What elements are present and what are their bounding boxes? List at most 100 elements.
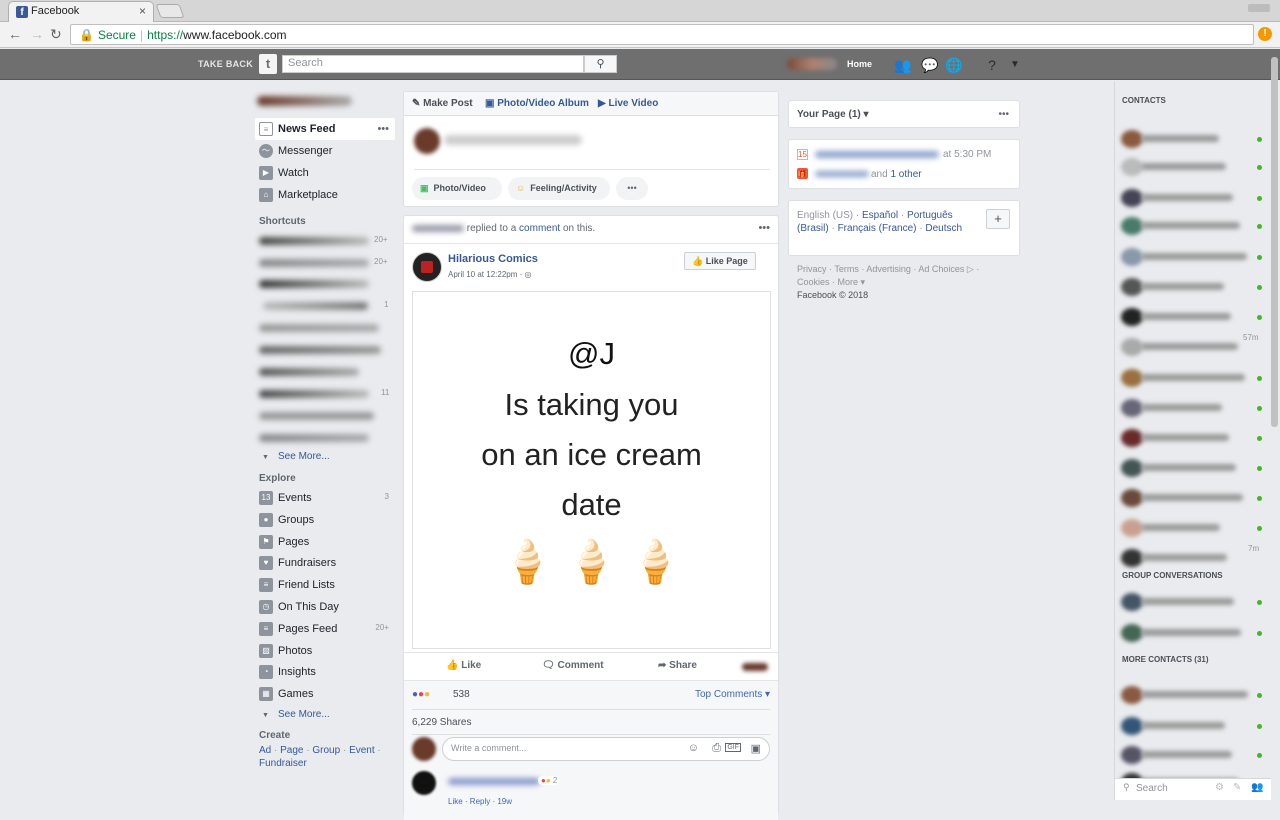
contact-item[interactable]: [1121, 519, 1265, 537]
friend-name[interactable]: [412, 224, 464, 232]
reaction-count[interactable]: 538: [453, 689, 470, 700]
birthday-name[interactable]: [815, 171, 869, 177]
like-button[interactable]: 👍 Like: [446, 660, 481, 671]
like-page-button[interactable]: 👍 Like Page: [684, 252, 756, 270]
page-name-link[interactable]: Hilarious Comics: [448, 253, 538, 265]
profile-name[interactable]: [257, 96, 352, 106]
contact-item[interactable]: [1121, 158, 1265, 176]
group-chat-icon[interactable]: 👥: [1251, 782, 1263, 793]
contact-item[interactable]: [1121, 189, 1265, 207]
gif-icon[interactable]: GIF: [725, 743, 741, 752]
chat-settings-icon[interactable]: ⚙: [1215, 782, 1224, 793]
create-fundraiser-link[interactable]: Fundraiser: [259, 758, 307, 769]
top-comments-dropdown[interactable]: Top Comments ▾: [695, 689, 770, 700]
see-more-explore-link[interactable]: See More...: [278, 709, 330, 720]
profile-avatar[interactable]: [787, 58, 837, 70]
sidebar-item-pages[interactable]: ⚑ Pages: [255, 531, 395, 553]
account-menu-chevron-icon[interactable]: ▼: [1006, 56, 1024, 74]
create-page-link[interactable]: Page: [280, 745, 303, 756]
comment-button[interactable]: 🗨 Comment: [542, 660, 604, 671]
post-date[interactable]: April 10 at 12:22pm · ◎: [448, 270, 531, 279]
contact-item[interactable]: [1121, 624, 1265, 642]
comment-input[interactable]: Write a comment... ☺ ⎙ GIF ▣: [442, 737, 770, 761]
url-field[interactable]: 🔒 Secure | https://www.facebook.com: [70, 24, 1254, 45]
language-de-link[interactable]: Deutsch: [925, 223, 962, 234]
sidebar-item-photos[interactable]: ▨ Photos: [255, 640, 395, 662]
sidebar-item-fundraisers[interactable]: ♥ Fundraisers: [255, 552, 395, 574]
contact-item[interactable]: [1121, 248, 1265, 266]
create-event-link[interactable]: Event: [349, 745, 375, 756]
footer-line-2[interactable]: Cookies · More ▾: [797, 276, 979, 289]
composer-tab-make-post[interactable]: ✎ Make Post: [412, 98, 473, 109]
contact-item[interactable]: [1121, 308, 1265, 326]
contact-item[interactable]: [1121, 130, 1265, 148]
shortcut-item[interactable]: [259, 434, 369, 442]
emoji-icon[interactable]: ☺: [688, 742, 699, 754]
composer-more-button[interactable]: •••: [616, 177, 648, 200]
reactions-icons[interactable]: ●●●: [412, 689, 430, 700]
contact-item[interactable]: [1121, 717, 1265, 735]
post-image[interactable]: @J Is taking you on an ice cream date 🍦 …: [412, 291, 771, 649]
page-avatar[interactable]: [412, 252, 442, 282]
shortcut-item[interactable]: [259, 237, 369, 245]
contact-item[interactable]: [1121, 429, 1265, 447]
sidebar-item-events[interactable]: 13 Events 3: [255, 487, 395, 509]
logo-icon[interactable]: t: [259, 54, 277, 74]
tab-close-icon[interactable]: ×: [139, 4, 146, 18]
contact-item[interactable]: [1121, 278, 1265, 296]
more-options-icon[interactable]: •••: [998, 109, 1009, 120]
reply-actions[interactable]: Like · Reply · 19w: [448, 797, 512, 806]
shortcut-item[interactable]: [259, 259, 369, 267]
sidebar-item-on-this-day[interactable]: ◷ On This Day: [255, 596, 395, 618]
contact-item[interactable]: [1121, 593, 1265, 611]
comment-link[interactable]: comment: [519, 223, 560, 234]
reply-avatar[interactable]: [412, 771, 436, 795]
create-ad-link[interactable]: Ad: [259, 745, 271, 756]
messenger-icon[interactable]: 💬: [921, 56, 939, 74]
contact-item[interactable]: [1121, 217, 1265, 235]
window-controls[interactable]: [1248, 4, 1270, 12]
shortcut-item[interactable]: [263, 302, 368, 310]
add-language-button[interactable]: +: [986, 209, 1010, 229]
shortcut-item[interactable]: [259, 346, 381, 354]
browser-tab[interactable]: f Facebook ×: [8, 1, 154, 22]
new-message-icon[interactable]: ✎: [1233, 782, 1241, 793]
friend-requests-icon[interactable]: 👥: [894, 56, 912, 74]
reply-author[interactable]: [448, 778, 540, 785]
forward-arrow-icon[interactable]: →: [30, 26, 44, 42]
see-more-shortcuts-link[interactable]: See More...: [278, 451, 330, 462]
search-input[interactable]: Search: [282, 55, 584, 73]
composer-input[interactable]: [444, 135, 582, 145]
more-options-icon[interactable]: •••: [377, 123, 389, 135]
create-group-link[interactable]: Group: [312, 745, 340, 756]
composer-tab-live-video[interactable]: ▶ Live Video: [598, 98, 658, 109]
new-tab-button[interactable]: [155, 4, 185, 18]
shortcut-item[interactable]: [259, 390, 369, 398]
sidebar-item-groups[interactable]: ● Groups: [255, 509, 395, 531]
share-button[interactable]: ➦ Share: [658, 660, 697, 671]
extension-warning-icon[interactable]: !: [1258, 27, 1272, 41]
contact-item[interactable]: [1121, 369, 1265, 387]
shortcut-item[interactable]: [259, 368, 359, 376]
contact-item[interactable]: [1121, 746, 1265, 764]
contact-item[interactable]: [1121, 489, 1265, 507]
language-fr-link[interactable]: Français (France): [838, 223, 917, 234]
notifications-globe-icon[interactable]: 🌐: [945, 56, 963, 74]
sidebar-item-friend-lists[interactable]: ≡ Friend Lists: [255, 574, 395, 596]
post-options-icon[interactable]: •••: [758, 222, 770, 234]
contact-item[interactable]: [1121, 686, 1265, 704]
birthday-other-link[interactable]: 1 other: [890, 169, 921, 180]
sidebar-item-watch[interactable]: ▶ Watch: [255, 162, 395, 184]
sidebar-item-games[interactable]: ▦ Games: [255, 683, 395, 705]
contact-item[interactable]: [1121, 459, 1265, 477]
event-name[interactable]: [815, 151, 939, 158]
back-arrow-icon[interactable]: ←: [8, 26, 22, 42]
contact-item[interactable]: [1121, 549, 1265, 567]
shortcut-item[interactable]: [259, 280, 369, 288]
sidebar-item-news-feed[interactable]: ≡ News Feed •••: [255, 118, 395, 140]
camera-icon[interactable]: ⎙: [712, 742, 721, 755]
shortcut-item[interactable]: [259, 324, 379, 332]
search-icon[interactable]: ⚲: [584, 55, 617, 73]
reload-icon[interactable]: ↻: [50, 26, 62, 43]
help-icon[interactable]: ?: [983, 56, 1001, 74]
